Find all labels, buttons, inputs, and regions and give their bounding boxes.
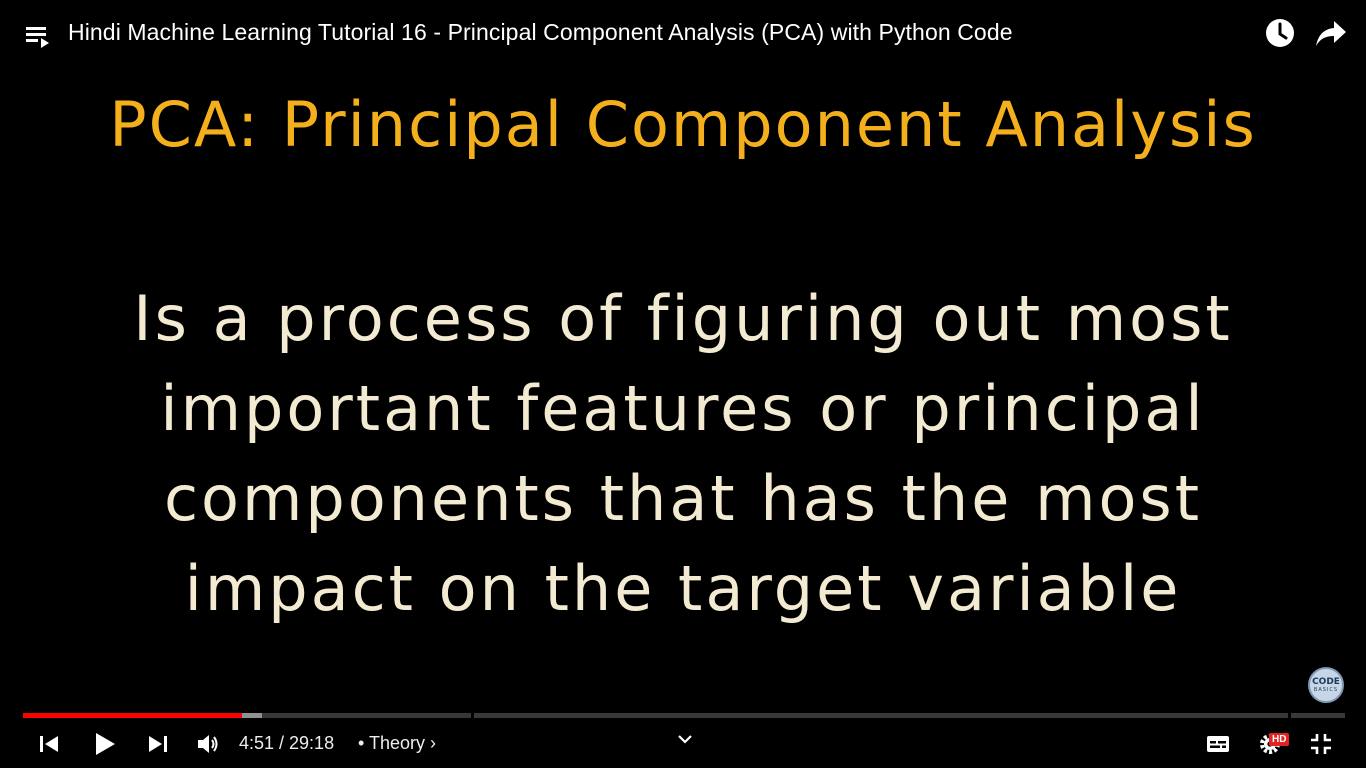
slide-heading: PCA: Principal Component Analysis [109, 88, 1257, 161]
slide-text-line-3: components that has the most [163, 462, 1203, 535]
chevron-right-icon: › [430, 733, 437, 753]
play-icon[interactable] [91, 730, 119, 758]
subtitles-icon[interactable] [1205, 731, 1231, 757]
channel-watermark[interactable]: CODE BASICS [1308, 667, 1344, 703]
slide-text-line-2: important features or principal [160, 372, 1206, 445]
share-arrow-icon[interactable] [1312, 15, 1350, 51]
playlist-icon[interactable] [24, 21, 52, 49]
watermark-subtext: BASICS [1313, 686, 1339, 693]
previous-icon[interactable] [37, 732, 61, 756]
chapter-label: • Theory [358, 733, 425, 753]
slide-text-line-4: impact on the target variable [184, 552, 1182, 625]
chapter-title[interactable]: • Theory › [358, 733, 436, 754]
watermark-text: CODE [1312, 676, 1340, 687]
chapter-segment[interactable] [474, 713, 1288, 718]
buffered-bar [241, 713, 262, 718]
next-icon[interactable] [146, 732, 170, 756]
played-bar [23, 713, 243, 718]
player-controls: 4:51 / 29:18 • Theory › [0, 720, 1366, 768]
video-frame[interactable]: PCA: Principal Component Analysis Is a p… [0, 68, 1366, 708]
video-title[interactable]: Hindi Machine Learning Tutorial 16 - Pri… [68, 19, 1013, 46]
volume-icon[interactable] [195, 731, 221, 757]
chapter-segment[interactable] [1291, 713, 1345, 718]
clock-icon[interactable] [1262, 15, 1298, 51]
slide-text-line-1: Is a process of figuring out most [133, 282, 1233, 355]
chevron-down-icon[interactable] [676, 732, 694, 746]
time-display: 4:51 / 29:18 [239, 733, 335, 753]
exit-fullscreen-icon[interactable] [1308, 731, 1334, 757]
progress-bar[interactable] [23, 713, 1345, 718]
title-bar: Hindi Machine Learning Tutorial 16 - Pri… [0, 0, 1366, 68]
hd-badge: HD [1269, 733, 1290, 746]
